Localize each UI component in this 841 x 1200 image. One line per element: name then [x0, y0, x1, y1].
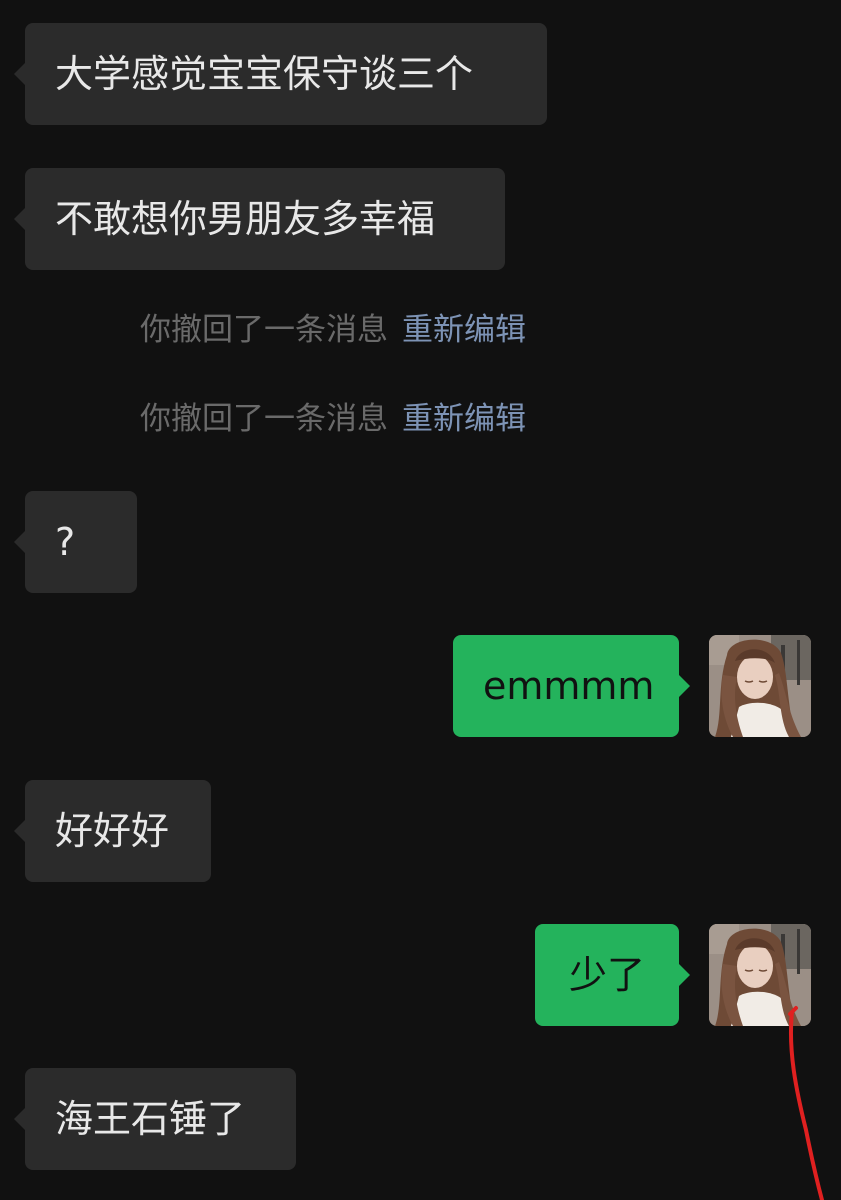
incoming-message-bubble[interactable]: 好好好 — [14, 780, 211, 882]
system-recall-notice: 你撤回了一条消息 重新编辑 — [140, 399, 526, 439]
re-edit-link[interactable]: 重新编辑 — [402, 401, 526, 437]
outgoing-message-bubble[interactable]: emmmm — [453, 635, 690, 737]
user-avatar-photo-icon — [709, 635, 811, 737]
recall-notice-text: 你撤回了一条消息 — [140, 312, 388, 348]
incoming-message-bubble[interactable]: 不敢想你男朋友多幸福 — [14, 168, 505, 270]
user-avatar[interactable] — [709, 635, 811, 737]
incoming-message-bubble[interactable]: 海王石锤了 — [14, 1068, 296, 1170]
red-annotation-line — [788, 1006, 824, 1200]
chat-message-list[interactable]: 大学感觉宝宝保守谈三个 不敢想你男朋友多幸福 你撤回了一条消息 重新编辑 你撤回了… — [0, 0, 841, 1200]
recall-notice-text: 你撤回了一条消息 — [140, 401, 388, 437]
incoming-message-bubble[interactable]: ? — [14, 491, 137, 593]
incoming-message-bubble[interactable]: 大学感觉宝宝保守谈三个 — [14, 23, 547, 125]
outgoing-message-bubble[interactable]: 少了 — [535, 924, 690, 1026]
re-edit-link[interactable]: 重新编辑 — [402, 312, 526, 348]
system-recall-notice: 你撤回了一条消息 重新编辑 — [140, 310, 526, 350]
